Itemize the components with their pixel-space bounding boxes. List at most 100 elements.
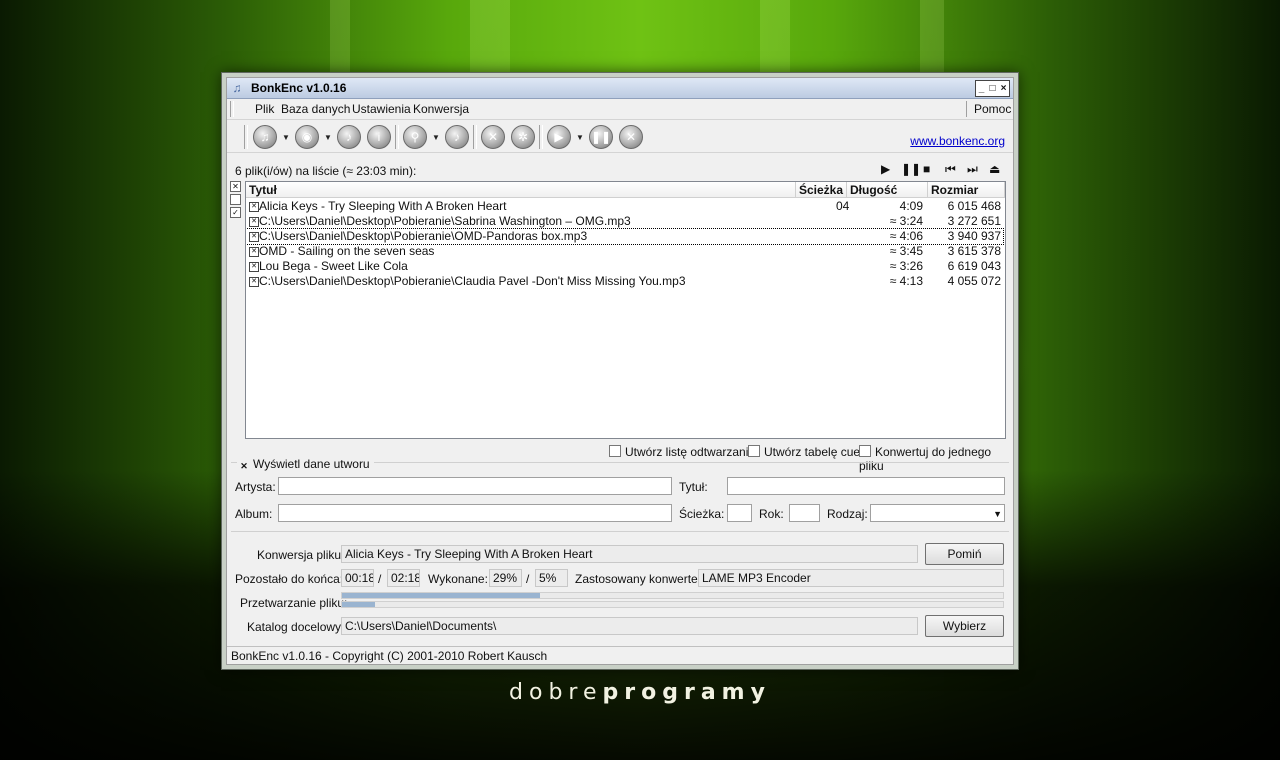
menu-grip	[230, 101, 234, 117]
choose-directory-button[interactable]: Wybierz	[925, 615, 1004, 637]
playlist-row[interactable]: ✕ Lou Bega - Sweet Like Cola ≈ 3:26 6 61…	[246, 259, 1003, 274]
converting-label: Konwersja pliku:	[257, 548, 345, 562]
time-remaining: 00:18	[341, 569, 374, 587]
pause-play-icon[interactable]: ❚❚	[901, 162, 921, 176]
search-dropdown-icon[interactable]: ▼	[432, 133, 440, 142]
add-file-icon[interactable]: ♫	[253, 125, 277, 149]
menu-file[interactable]: Plik	[255, 102, 274, 116]
file-progress-bar	[341, 592, 1004, 599]
artist-label: Artysta:	[235, 480, 276, 494]
track-info-checkbox[interactable]: ✕	[239, 461, 249, 471]
playlist-row[interactable]: ✕ OMD - Sailing on the seven seas ≈ 3:45…	[246, 244, 1003, 259]
album-field[interactable]	[278, 504, 672, 522]
output-directory: C:\Users\Daniel\Documents\	[341, 617, 918, 635]
window-client: ♫ BonkEnc v1.0.16 _ □ × Plik Baza danych…	[226, 77, 1014, 665]
album-label: Album:	[235, 507, 273, 521]
processing-label: Przetwarzanie pliku:	[240, 596, 348, 610]
playlist-row[interactable]: ✕ Alicia Keys - Try Sleeping With A Brok…	[246, 199, 1003, 214]
file-info-icon[interactable]: i	[367, 125, 391, 149]
maximize-button[interactable]: □	[987, 81, 998, 96]
converting-file: Alicia Keys - Try Sleeping With A Broken…	[341, 545, 918, 563]
toolbar-separator	[539, 125, 543, 149]
menu-database[interactable]: Baza danych	[281, 102, 350, 116]
stop-icon[interactable]: ✕	[619, 125, 643, 149]
done-total-percent: 5%	[535, 569, 568, 587]
track-info-toggle[interactable]: ✕ Wyświetl dane utworu	[237, 457, 374, 471]
playlist[interactable]: Tytuł Ścieżka Długość Rozmiar ✕ Alicia K…	[245, 181, 1006, 439]
row-checkbox[interactable]: ✕	[249, 232, 259, 242]
previous-icon[interactable]: ⏮	[945, 162, 956, 177]
select-none-checkbox[interactable]	[230, 194, 241, 205]
time-separator: /	[378, 572, 382, 586]
skip-button[interactable]: Pomiń	[925, 543, 1004, 565]
next-icon[interactable]: ⏭	[967, 162, 978, 177]
search-icon[interactable]: ⚲	[403, 125, 427, 149]
time-total: 02:18	[387, 569, 420, 587]
single-file-checkbox[interactable]	[859, 445, 871, 457]
menu-help[interactable]: Pomoc	[974, 102, 1011, 116]
done-file-percent: 29%	[489, 569, 522, 587]
window-controls: _ □ ×	[975, 80, 1010, 97]
close-button[interactable]: ×	[998, 81, 1009, 96]
eject-icon[interactable]: ⏏	[989, 162, 1000, 176]
encoder-name: LAME MP3 Encoder	[698, 569, 1004, 587]
title-label: Tytuł:	[679, 480, 708, 494]
genre-combo[interactable]: ▼	[870, 504, 1005, 522]
percent-separator: /	[526, 572, 530, 586]
year-label: Rok:	[759, 507, 784, 521]
playlist-row[interactable]: ✕ C:\Users\Daniel\Desktop\Pobieranie\Cla…	[246, 274, 1003, 289]
website-link[interactable]: www.bonkenc.org	[910, 134, 1005, 148]
select-all-checkbox[interactable]: ✕	[230, 181, 241, 192]
settings-gear-icon[interactable]: ✲	[511, 125, 535, 149]
add-cd-dropdown-icon[interactable]: ▼	[324, 133, 332, 142]
row-checkbox[interactable]: ✕	[249, 277, 259, 287]
play-icon[interactable]: ▶	[881, 162, 890, 176]
create-playlist-checkbox[interactable]	[609, 445, 621, 457]
chevron-down-icon[interactable]: ▼	[993, 506, 1002, 522]
add-file-dropdown-icon[interactable]: ▼	[282, 133, 290, 142]
option-create-playlist[interactable]: Utwórz listę odtwarzania	[609, 445, 755, 459]
track-label: Ścieżka:	[679, 507, 725, 521]
row-checkbox[interactable]: ✕	[249, 247, 259, 257]
row-checkbox[interactable]: ✕	[249, 202, 259, 212]
row-checkbox[interactable]: ✕	[249, 217, 259, 227]
option-create-cue[interactable]: Utwórz tabelę cue	[748, 445, 860, 459]
column-track[interactable]: Ścieżka	[796, 182, 847, 198]
stop-play-icon[interactable]: ■	[923, 162, 930, 176]
cddb-icon[interactable]: ♪	[445, 125, 469, 149]
toolbar-separator	[395, 125, 399, 149]
dobreprogramy-logo: dobreprogramy	[509, 680, 771, 705]
pause-icon[interactable]: ❚❚	[589, 125, 613, 149]
menu-settings[interactable]: Ustawienia	[352, 102, 411, 116]
done-label: Wykonane:	[428, 572, 488, 586]
toolbar-grip	[244, 125, 248, 149]
row-checkbox[interactable]: ✕	[249, 262, 259, 272]
track-number-field[interactable]	[727, 504, 752, 522]
tools-icon[interactable]: ✕	[481, 125, 505, 149]
music-note-icon[interactable]: ♪	[337, 125, 361, 149]
menu-convert[interactable]: Konwersja	[413, 102, 469, 116]
output-label: Katalog docelowy:	[247, 620, 345, 634]
play-convert-icon[interactable]: ▶	[547, 125, 571, 149]
genre-label: Rodzaj:	[827, 507, 868, 521]
add-cd-icon[interactable]: ◉	[295, 125, 319, 149]
column-length[interactable]: Długość	[847, 182, 928, 198]
option-single-file[interactable]: Konwertuj do jednego pliku	[859, 445, 1013, 473]
playlist-row-selected[interactable]: ✕ C:\Users\Daniel\Desktop\Pobieranie\OMD…	[246, 228, 1004, 245]
conversion-divider	[231, 531, 1009, 532]
artist-field[interactable]	[278, 477, 672, 495]
remaining-label: Pozostało do końca:	[235, 572, 344, 586]
title-bar[interactable]: ♫ BonkEnc v1.0.16 _ □ ×	[227, 78, 1013, 99]
year-field[interactable]	[789, 504, 820, 522]
column-title[interactable]: Tytuł	[246, 182, 796, 198]
status-bar: BonkEnc v1.0.16 - Copyright (C) 2001-201…	[227, 646, 1013, 664]
toolbar-separator	[473, 125, 477, 149]
playlist-row[interactable]: ✕ C:\Users\Daniel\Desktop\Pobieranie\Sab…	[246, 214, 1003, 229]
title-field[interactable]	[727, 477, 1005, 495]
column-size[interactable]: Rozmiar	[928, 182, 1005, 198]
total-progress-bar	[341, 601, 1004, 608]
create-cue-checkbox[interactable]	[748, 445, 760, 457]
minimize-button[interactable]: _	[976, 81, 987, 96]
invert-selection-checkbox[interactable]: ✓	[230, 207, 241, 218]
convert-dropdown-icon[interactable]: ▼	[576, 133, 584, 142]
